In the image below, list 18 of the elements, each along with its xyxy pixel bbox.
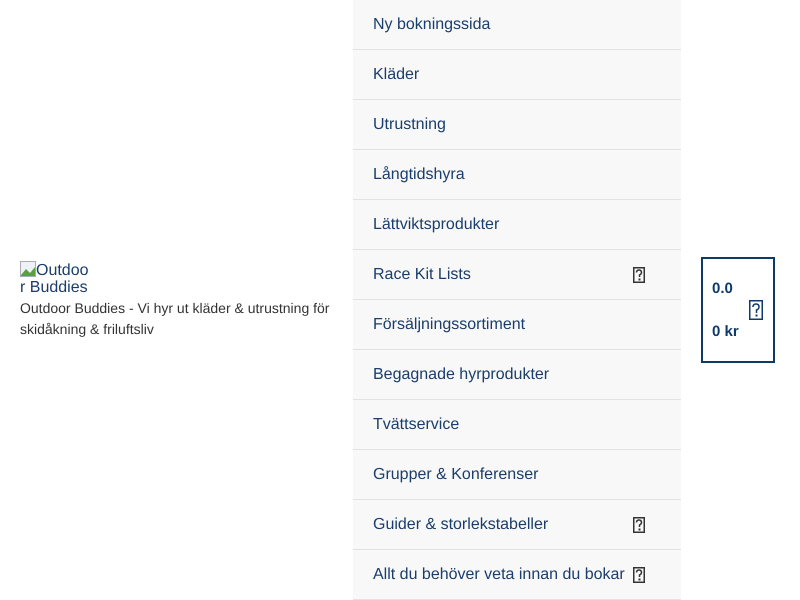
menu-item[interactable]: Race Kit Lists (353, 250, 681, 300)
cart-total: 0 kr (712, 323, 739, 340)
missing-glyph-icon (748, 300, 763, 320)
cart-widget[interactable]: 0.0 0 kr (701, 257, 775, 363)
menu-item[interactable]: Ny bokningssida (353, 0, 681, 50)
menu-item[interactable]: Försäljningssortiment (353, 300, 681, 350)
menu-item[interactable]: Kläder (353, 50, 681, 100)
menu-item[interactable]: Lättviktsprodukter (353, 200, 681, 250)
menu-item[interactable]: Guider & storlekstabeller (353, 500, 681, 550)
tagline: Outdoor Buddies - Vi hyr ut kläder & utrustning för skidåkning & friluftsliv (20, 298, 330, 339)
cart-count: 0.0 (712, 280, 734, 297)
menu-item[interactable]: Allt du behöver veta innan du bokar (353, 550, 681, 600)
menu-item[interactable]: Begagnade hyrprodukter (353, 350, 681, 400)
menu-item[interactable]: Tvättservice (353, 400, 681, 450)
menu-item[interactable]: Grupper & Konferenser (353, 450, 681, 500)
menu-item[interactable]: Utrustning (353, 100, 681, 150)
menu-item[interactable]: Långtidshyra (353, 150, 681, 200)
broken-logo-image[interactable]: Outdoor Buddies (20, 260, 91, 296)
